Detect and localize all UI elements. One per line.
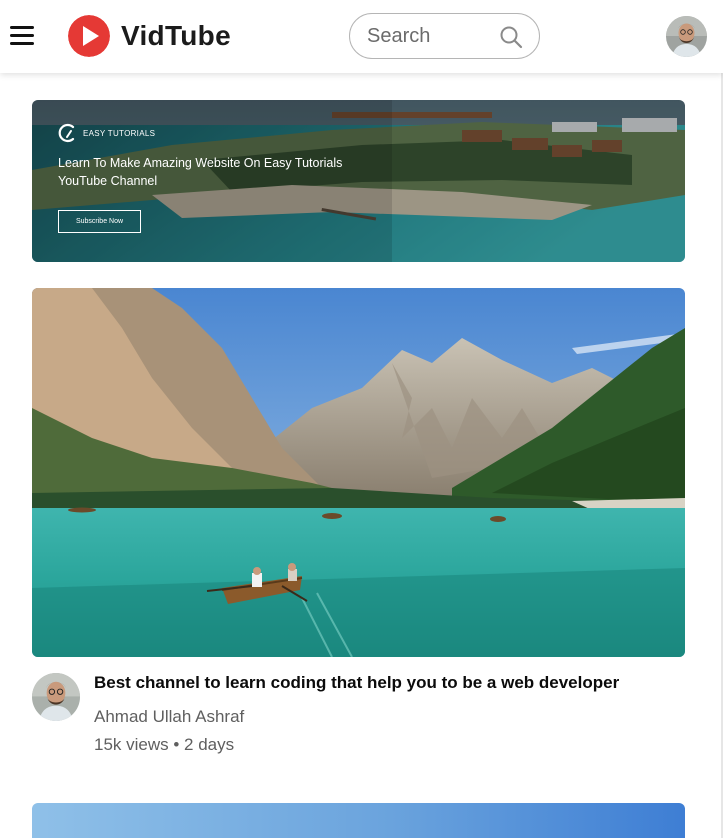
user-avatar[interactable]: [666, 16, 707, 57]
subscribe-button[interactable]: Subscribe Now: [58, 210, 141, 233]
channel-avatar[interactable]: [32, 673, 80, 721]
video-thumbnail[interactable]: [32, 288, 685, 657]
banner-title: Learn To Make Amazing Website On Easy Tu…: [58, 154, 388, 190]
next-video-thumbnail[interactable]: [32, 803, 685, 838]
logo[interactable]: VidTube: [68, 15, 231, 57]
channel-name[interactable]: Ahmad Ullah Ashraf: [94, 707, 244, 727]
video-meta: 15k views • 2 days: [94, 735, 235, 754]
top-nav: VidTube: [0, 0, 723, 73]
play-icon: [68, 15, 110, 57]
video-title[interactable]: Best channel to learn coding that help y…: [94, 673, 684, 693]
banner-brand-text: EASY TUTORIALS: [83, 128, 156, 138]
search-input[interactable]: [367, 24, 497, 48]
banner-title-line1: Learn To Make Amazing Website On Easy Tu…: [58, 156, 343, 170]
app-name: VidTube: [121, 20, 231, 51]
promo-banner[interactable]: EASY TUTORIALS Learn To Make Amazing Web…: [32, 100, 685, 262]
banner-title-line2: YouTube Channel: [58, 174, 158, 188]
lake-image: [32, 288, 685, 657]
search-icon[interactable]: [499, 25, 523, 49]
banner-brand: EASY TUTORIALS: [58, 122, 155, 144]
search-box: [349, 13, 540, 59]
menu-icon[interactable]: [10, 25, 36, 47]
easy-tutorials-logo-icon: [58, 123, 75, 143]
